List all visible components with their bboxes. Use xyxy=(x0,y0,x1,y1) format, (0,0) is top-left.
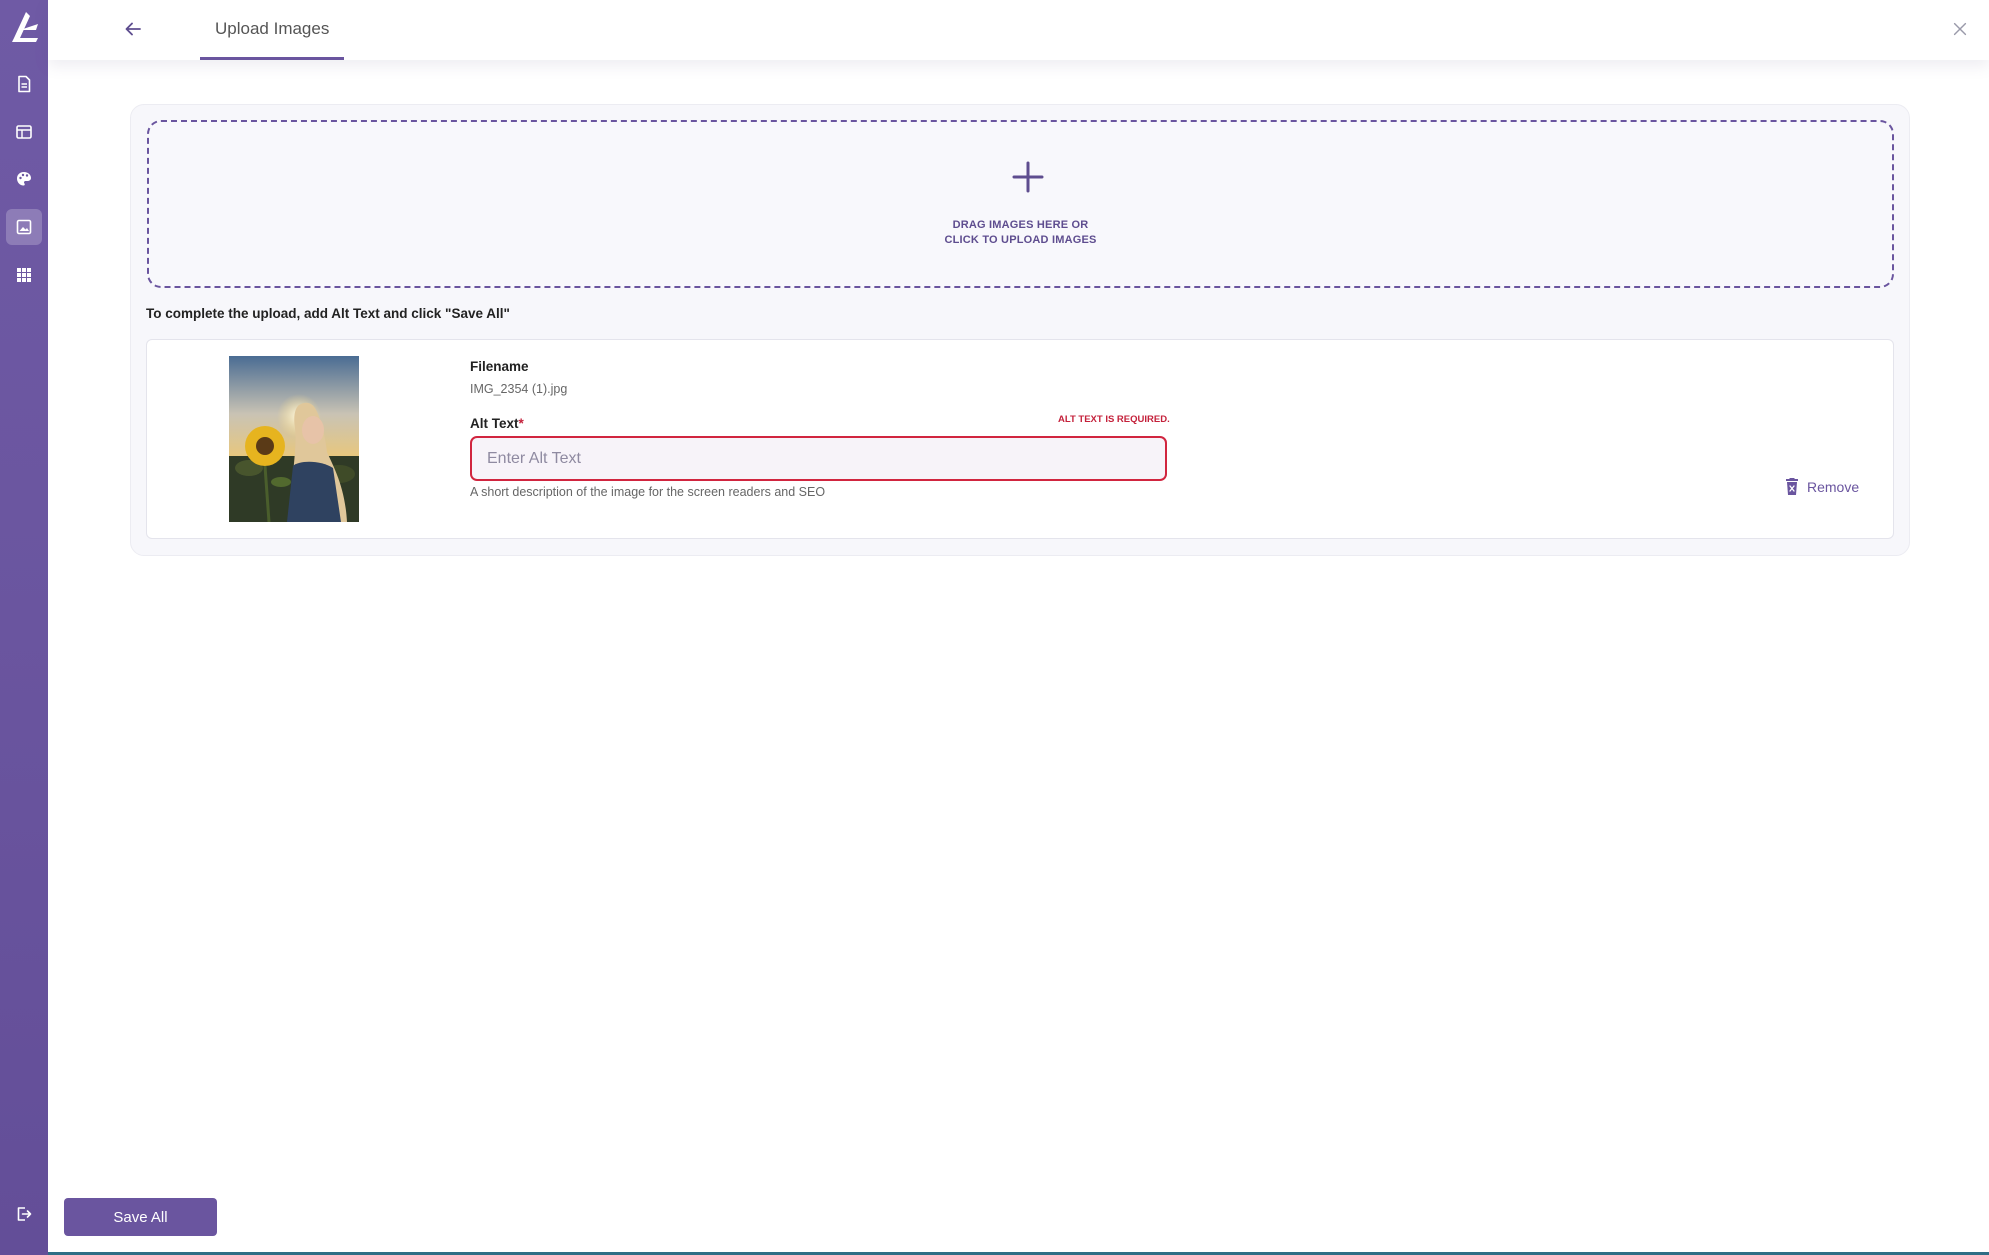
close-icon xyxy=(1953,22,1967,36)
close-button[interactable] xyxy=(1945,14,1975,44)
top-bar: Upload Images xyxy=(48,0,1989,60)
alt-text-label: Alt Text* xyxy=(470,416,524,431)
dropzone-line-1: DRAG IMAGES HERE OR xyxy=(952,219,1089,231)
back-button[interactable] xyxy=(118,14,148,44)
sidebar-item-theme[interactable] xyxy=(6,161,42,197)
sidebar-item-pages[interactable] xyxy=(6,66,42,102)
filename-label: Filename xyxy=(470,359,529,374)
filename-value: IMG_2354 (1).jpg xyxy=(470,382,568,396)
remove-image-button[interactable]: Remove xyxy=(1785,478,1859,496)
alt-text-hint: A short description of the image for the… xyxy=(470,485,826,499)
image-icon xyxy=(16,219,32,235)
sidebar-item-logout[interactable] xyxy=(6,1196,42,1232)
sidebar-item-layouts[interactable] xyxy=(6,114,42,150)
tab-label: Upload Images xyxy=(215,18,330,38)
image-item-card: Filename IMG_2354 (1).jpg Alt Text* ALT … xyxy=(146,339,1894,539)
sidebar-item-images[interactable] xyxy=(6,209,42,245)
palette-icon xyxy=(17,172,31,186)
save-all-button[interactable]: Save All xyxy=(64,1198,217,1236)
sidebar-item-apps[interactable] xyxy=(6,257,42,293)
alt-text-label-text: Alt Text xyxy=(470,416,519,431)
document-icon xyxy=(18,75,31,93)
required-asterisk: * xyxy=(518,416,524,431)
grid-apps-icon xyxy=(17,268,31,282)
alt-text-error: ALT TEXT IS REQUIRED. xyxy=(1058,414,1170,425)
trash-icon xyxy=(1786,478,1798,495)
upload-instruction: To complete the upload, add Alt Text and… xyxy=(146,306,510,321)
tab-upload-images[interactable]: Upload Images xyxy=(200,0,345,60)
sidebar xyxy=(0,0,48,1255)
dropzone-text: DRAG IMAGES HERE OR CLICK TO UPLOAD IMAG… xyxy=(149,218,1892,248)
layout-icon xyxy=(16,125,32,139)
image-dropzone[interactable]: DRAG IMAGES HERE OR CLICK TO UPLOAD IMAG… xyxy=(147,120,1894,288)
image-thumbnail xyxy=(229,356,359,522)
plus-icon xyxy=(1012,161,1044,193)
logout-icon xyxy=(17,1207,32,1221)
dropzone-line-2: CLICK TO UPLOAD IMAGES xyxy=(944,234,1097,246)
remove-label: Remove xyxy=(1807,479,1860,495)
brand-logo-icon[interactable] xyxy=(6,8,42,44)
alt-text-input[interactable] xyxy=(470,436,1167,481)
arrow-left-icon xyxy=(125,22,141,36)
